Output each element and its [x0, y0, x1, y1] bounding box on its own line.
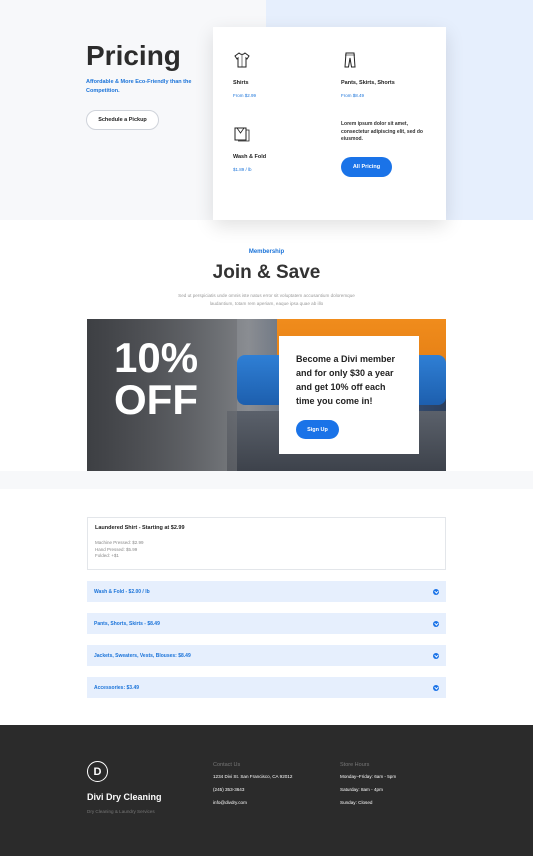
- membership-title: Join & Save: [212, 262, 321, 283]
- contact-address: 1234 Divi St. San Francisco, CA 92012: [213, 774, 293, 779]
- promo-discount-text: 10% OFF: [114, 337, 214, 421]
- pricing-item-name: Shirts: [233, 80, 249, 86]
- accordion-item-open[interactable]: Laundered Shirt - Starting at $2.99 Mach…: [87, 517, 446, 570]
- chevron-down-icon[interactable]: [433, 684, 439, 691]
- pricing-item-price: From $8.49: [341, 93, 365, 98]
- footer-tagline: Dry Cleaning & Laundry Services: [87, 809, 155, 814]
- hours-line: Sunday: Closed: [340, 800, 373, 805]
- accordion-item-title: Accessories: $3.49: [94, 684, 140, 691]
- accordion-item[interactable]: Jackets, Sweaters, Vests, Blouses: $8.49: [87, 645, 446, 666]
- accordion-item[interactable]: Accessories: $3.49: [87, 677, 446, 698]
- divi-logo-icon[interactable]: D: [87, 761, 108, 782]
- shirt-icon: [234, 52, 250, 68]
- accordion-item[interactable]: Pants, Shorts, Skirts - $8.49: [87, 613, 446, 634]
- accordion-item-title: Wash & Fold - $2.00 / lb: [94, 588, 150, 595]
- all-pricing-button[interactable]: All Pricing: [341, 157, 392, 177]
- membership-description: Sed ut perspiciatis unde omnis iste natu…: [178, 293, 355, 306]
- promo-discount: 10% OFF: [114, 334, 199, 423]
- hours-heading: Store Hours: [340, 762, 370, 768]
- price-line: Folded: +$1: [95, 553, 119, 558]
- contact-heading: Contact Us: [213, 762, 241, 768]
- pricing-subtitle: Affordable & More Eco-Friendly than the …: [86, 79, 192, 94]
- accordion-item-title: Pants, Shorts, Skirts - $8.49: [94, 620, 160, 627]
- sign-up-button[interactable]: Sign Up: [296, 420, 339, 439]
- schedule-pickup-button[interactable]: Schedule a Pickup: [86, 110, 159, 130]
- promo-text: Become a Divi member and for only $30 a …: [296, 354, 396, 406]
- chevron-down-icon[interactable]: [433, 588, 439, 595]
- hours-line: Monday–Friday: 6am - 5pm: [340, 774, 397, 779]
- footer-brand: Divi Dry Cleaning: [87, 792, 162, 802]
- hours-line: Saturday: 8am - 4pm: [340, 787, 383, 792]
- accordion-item-content: Machine Pressed: $2.99 Hand Pressed: $5.…: [95, 540, 438, 560]
- section-divider: [0, 471, 533, 489]
- logo-letter: D: [93, 765, 102, 778]
- contact-phone[interactable]: (245) 353-3643: [213, 787, 244, 792]
- pricing-item-price: $1.89 / lb: [233, 167, 252, 172]
- wash-fold-icon: [234, 127, 250, 142]
- accordion-item[interactable]: Wash & Fold - $2.00 / lb: [87, 581, 446, 602]
- pricing-card: Shirts From $2.99 Pants, Skirts, Shorts …: [213, 27, 446, 220]
- membership-promo-banner: 10% OFF Become a Divi member and for onl…: [87, 319, 446, 471]
- pants-icon: [344, 52, 356, 68]
- pricing-description: Lorem ipsum dolor sit amet, consectetur …: [341, 121, 423, 142]
- pricing-item-name: Pants, Skirts, Shorts: [341, 80, 395, 86]
- pricing-title: Pricing: [86, 40, 181, 71]
- accordion-item-title: Laundered Shirt - Starting at $2.99: [95, 525, 185, 531]
- accordion-item-title: Jackets, Sweaters, Vests, Blouses: $8.49: [94, 652, 191, 659]
- chevron-down-icon[interactable]: [433, 652, 439, 659]
- chevron-down-icon[interactable]: [433, 620, 439, 627]
- footer: D Divi Dry Cleaning Dry Cleaning & Laund…: [0, 725, 533, 856]
- contact-email[interactable]: info@divdry.com: [213, 800, 247, 805]
- promo-card: Become a Divi member and for only $30 a …: [279, 336, 419, 454]
- membership-label: Membership: [248, 249, 285, 255]
- pricing-item-name: Wash & Fold: [233, 154, 267, 160]
- pricing-item-price: From $2.99: [233, 93, 257, 98]
